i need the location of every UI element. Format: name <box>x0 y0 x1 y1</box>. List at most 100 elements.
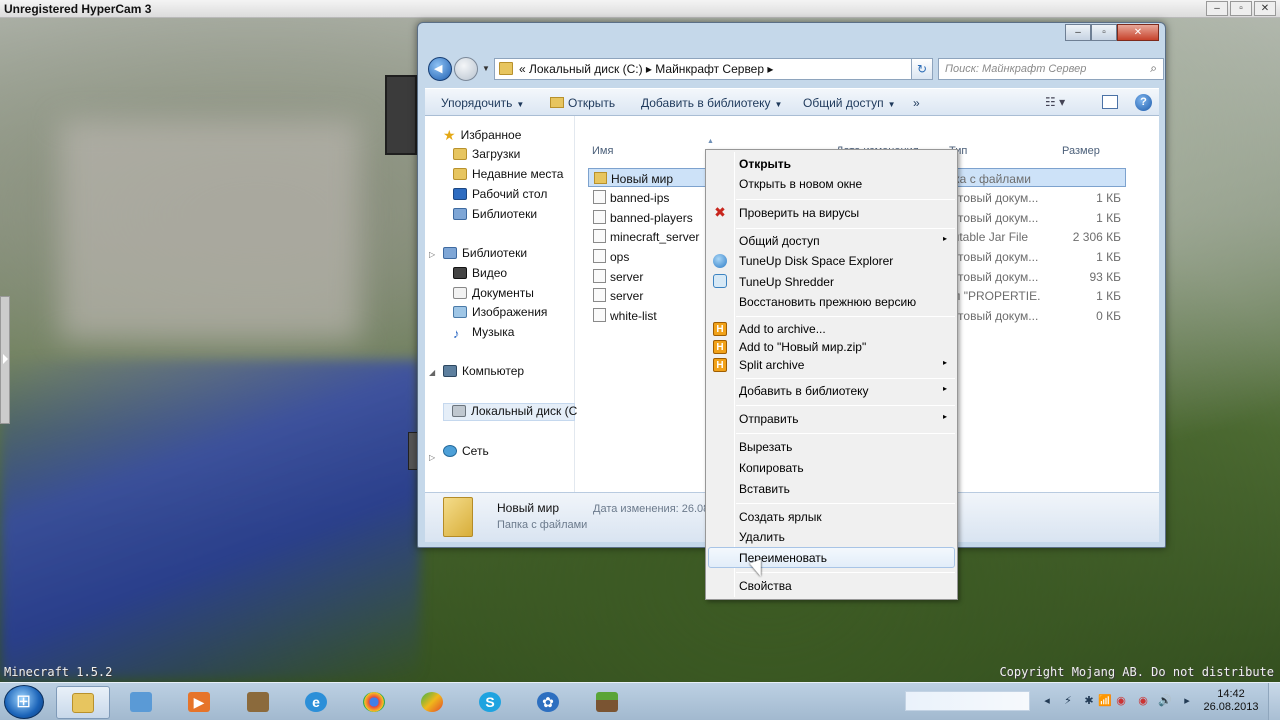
menu-item-properties[interactable]: Свойства <box>739 579 792 597</box>
nav-libraries[interactable]: Библиотеки <box>443 246 527 264</box>
menu-item-restore-previous[interactable]: Восстановить прежнюю версию <box>739 295 916 313</box>
back-button[interactable] <box>428 57 452 81</box>
nav-desktop[interactable]: Рабочий стол <box>453 187 547 205</box>
expand-arrow-icon[interactable]: ◢ <box>429 368 435 377</box>
nav-local-disk[interactable]: Локальный диск (С <box>443 403 578 421</box>
organize-button[interactable]: Упорядочить ▼ <box>441 96 524 110</box>
menu-item-share[interactable]: Общий доступ ▸ <box>739 234 949 252</box>
taskbar-users[interactable] <box>115 686 169 719</box>
menu-separator <box>736 572 955 573</box>
refresh-button[interactable]: ↻ <box>911 58 933 80</box>
menu-separator <box>736 405 955 406</box>
preview-pane-button[interactable] <box>1102 95 1118 109</box>
more-commands-button[interactable]: » <box>913 96 920 110</box>
file-size: 93 КБ <box>1089 270 1121 284</box>
menu-gutter <box>734 152 735 597</box>
nav-downloads[interactable]: Загрузки <box>453 147 520 165</box>
side-panel-tab[interactable] <box>0 296 10 424</box>
nav-favorites[interactable]: ★ Избранное <box>443 127 521 145</box>
menu-item-tuneup-explorer[interactable]: TuneUp Disk Space Explorer <box>739 254 893 272</box>
taskbar-skype[interactable]: S <box>464 686 518 719</box>
taskbar-app[interactable] <box>406 686 460 719</box>
menu-item-add-zip[interactable]: Add to "Новый мир.zip" <box>739 340 866 358</box>
nav-libraries-fav[interactable]: Библиотеки <box>453 207 537 225</box>
menu-item-open-new-window[interactable]: Открыть в новом окне <box>739 177 862 195</box>
network-status-icon[interactable]: 📶 <box>1098 694 1112 708</box>
file-name: minecraft_server <box>610 230 700 244</box>
nav-local-disk-label: Локальный диск (С <box>471 404 578 418</box>
taskbar-explorer[interactable] <box>56 686 110 719</box>
show-hidden-icons-icon[interactable]: ◂ <box>1040 694 1054 708</box>
bluetooth-icon[interactable]: ✱ <box>1082 694 1096 708</box>
hypercam-close-button[interactable]: ✕ <box>1254 1 1276 16</box>
file-size: 1 КБ <box>1096 211 1121 225</box>
text-file-icon <box>593 308 606 322</box>
column-header-name[interactable]: Имя <box>592 145 613 157</box>
minecraft-copyright-text: Copyright Mojang AB. Do not distribute <box>999 665 1274 679</box>
music-icon: ♪ <box>453 326 460 341</box>
menu-item-split-archive[interactable]: Split archive ▸ <box>739 358 949 376</box>
nav-music[interactable]: ♪ Музыка <box>453 325 514 343</box>
menu-item-tuneup-shredder[interactable]: TuneUp Shredder <box>739 275 834 293</box>
power-icon[interactable]: ⚡ <box>1061 694 1075 708</box>
expand-arrow-icon[interactable]: ▷ <box>429 250 435 259</box>
hypercam-maximize-button[interactable]: ▫ <box>1230 1 1252 16</box>
submenu-arrow-icon: ▸ <box>943 234 948 243</box>
disk-icon <box>452 405 466 417</box>
address-bar[interactable]: « Локальный диск (C:) ▸ Майнкрафт Сервер… <box>494 58 924 80</box>
text-file-icon <box>593 210 606 224</box>
taskbar-clock[interactable]: 14:42 26.08.2013 <box>1200 688 1262 714</box>
antivirus-icon: ✖ <box>714 204 726 220</box>
forward-button[interactable] <box>454 57 478 81</box>
window-minimize-button[interactable]: – <box>1065 24 1091 41</box>
window-maximize-button[interactable]: ▫ <box>1091 24 1117 41</box>
address-row: ▼ « Локальный диск (C:) ▸ Майнкрафт Серв… <box>424 55 1164 81</box>
open-button[interactable]: Открыть <box>550 96 615 110</box>
help-button[interactable]: ? <box>1135 94 1152 111</box>
recording-tray-icon[interactable]: ◉ <box>1136 694 1150 708</box>
taskbar-chrome[interactable] <box>348 686 402 719</box>
menu-item-send-to[interactable]: Отправить ▸ <box>739 412 949 430</box>
nav-images[interactable]: Изображения <box>453 305 547 323</box>
menu-item-scan-virus[interactable]: Проверить на вирусы <box>739 206 859 224</box>
tray-arrow-icon[interactable]: ▸ <box>1180 694 1194 708</box>
view-options-button[interactable]: ☷ ▾ <box>1045 95 1065 109</box>
window-close-button[interactable]: ✕ <box>1117 24 1159 41</box>
menu-item-add-archive[interactable]: Add to archive... <box>739 322 826 340</box>
language-bar[interactable] <box>905 691 1030 711</box>
hypercam-minimize-button[interactable]: – <box>1206 1 1228 16</box>
history-dropdown-icon[interactable]: ▼ <box>482 64 490 73</box>
start-button[interactable] <box>4 685 44 719</box>
taskbar-media-player[interactable]: ▶ <box>173 686 227 719</box>
expand-arrow-icon[interactable]: ▷ <box>429 453 435 462</box>
nav-computer[interactable]: Компьютер <box>443 364 524 382</box>
menu-item-cut[interactable]: Вырезать <box>739 440 792 458</box>
address-path[interactable]: « Локальный диск (C:) ▸ Майнкрафт Сервер… <box>519 62 773 76</box>
menu-item-delete[interactable]: Удалить <box>739 530 785 548</box>
volume-icon[interactable]: 🔊 <box>1158 694 1172 708</box>
add-to-library-button[interactable]: Добавить в библиотеку ▼ <box>641 96 782 110</box>
menu-item-paste[interactable]: Вставить <box>739 482 790 500</box>
antivirus-tray-icon[interactable]: ◉ <box>1114 694 1128 708</box>
search-input[interactable]: Поиск: Майнкрафт Сервер ⌕ <box>938 58 1164 80</box>
taskbar-archiver[interactable] <box>232 686 286 719</box>
taskbar-minecraft[interactable] <box>581 686 635 719</box>
share-button[interactable]: Общий доступ ▼ <box>803 96 896 110</box>
hamster-archiver-icon: H <box>713 322 727 336</box>
nav-video[interactable]: Видео <box>453 266 507 284</box>
search-placeholder: Поиск: Майнкрафт Сервер <box>945 63 1087 75</box>
menu-item-copy[interactable]: Копировать <box>739 461 804 479</box>
show-desktop-button[interactable] <box>1268 683 1280 720</box>
taskbar-network-tool[interactable]: ✿ <box>522 686 576 719</box>
taskbar-internet-explorer[interactable]: e <box>290 686 344 719</box>
nav-documents[interactable]: Документы <box>453 286 534 304</box>
column-header-size[interactable]: Размер <box>1062 145 1100 157</box>
nav-network[interactable]: Сеть <box>443 444 489 462</box>
menu-item-create-shortcut[interactable]: Создать ярлык <box>739 510 822 528</box>
nav-recent[interactable]: Недавние места <box>453 167 563 185</box>
share-label: Общий доступ <box>803 96 884 110</box>
search-icon[interactable]: ⌕ <box>1150 61 1157 76</box>
menu-item-open[interactable]: Открыть <box>739 157 791 175</box>
menu-item-add-library[interactable]: Добавить в библиотеку ▸ <box>739 384 949 402</box>
network-tool-icon: ✿ <box>537 692 559 712</box>
